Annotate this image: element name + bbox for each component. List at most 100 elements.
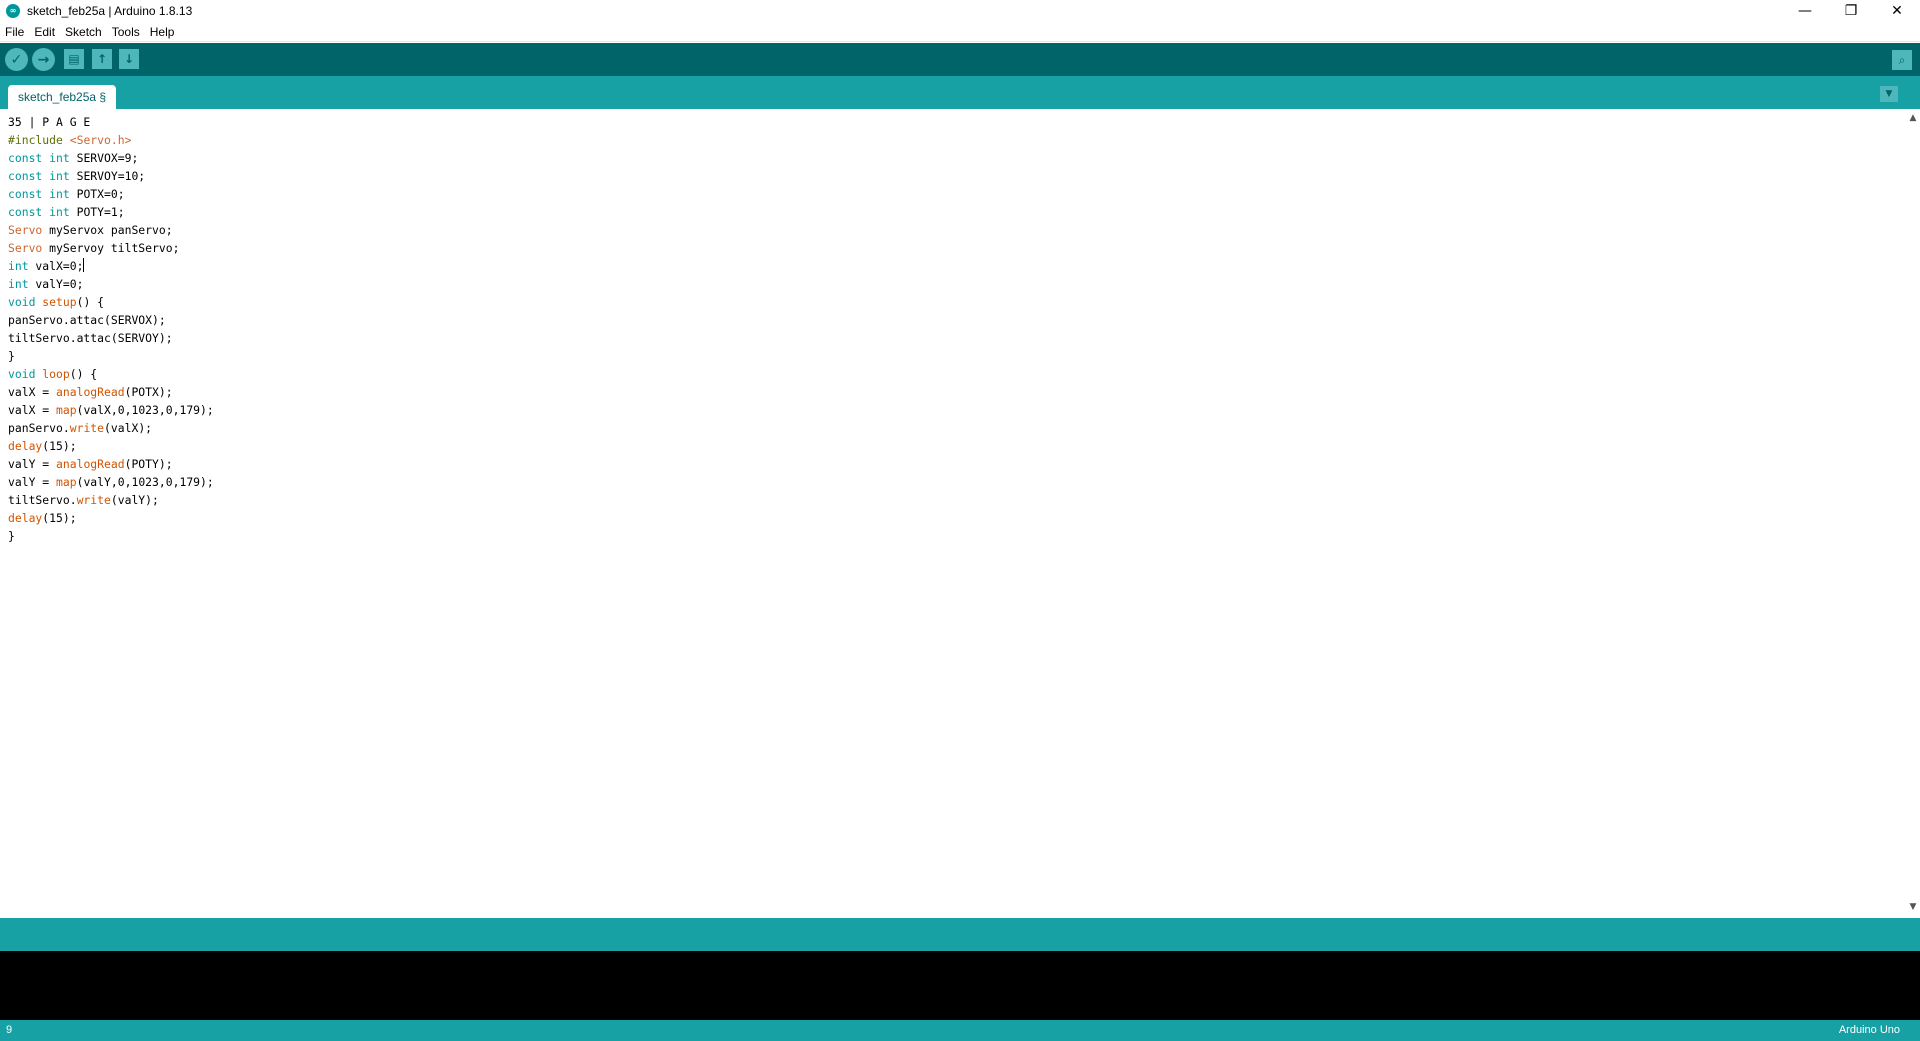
new-sketch-button[interactable]: ▤ xyxy=(64,49,84,69)
code-line: const int POTX=0; xyxy=(8,185,1906,203)
tab-menu-button[interactable]: ▼ xyxy=(1880,86,1898,102)
code-token: loop xyxy=(42,367,70,381)
code-token: void xyxy=(8,367,36,381)
code-token: const xyxy=(8,205,43,219)
code-line: delay(15); xyxy=(8,437,1906,455)
status-bar: 9 Arduino Uno xyxy=(0,1020,1920,1041)
code-editor[interactable]: 35 | P A G E #include <Servo.h> const int … xyxy=(0,109,1906,916)
code-line: valY = analogRead(POTY); xyxy=(8,455,1906,473)
code-token: delay xyxy=(8,511,43,525)
code-token: } xyxy=(8,529,15,543)
code-line: valX = map(valX,0,1023,0,179); xyxy=(8,401,1906,419)
code-token: write xyxy=(76,493,111,507)
menu-bar: File Edit Sketch Tools Help xyxy=(0,22,1920,42)
code-token: map xyxy=(56,403,77,417)
code-line: valX = analogRead(POTX); xyxy=(8,383,1906,401)
code-token: valX = xyxy=(8,385,57,399)
code-line: void loop() { xyxy=(8,365,1906,383)
menu-file[interactable]: File xyxy=(0,25,29,39)
arrow-up-icon: ↑ xyxy=(96,52,108,66)
code-line: panServo.write(valX); xyxy=(8,419,1906,437)
menu-edit[interactable]: Edit xyxy=(29,25,60,39)
code-token: POTY=1; xyxy=(69,205,125,219)
console-output[interactable] xyxy=(0,951,1920,1020)
code-token: panServo. xyxy=(8,421,70,435)
code-line: const int POTY=1; xyxy=(8,203,1906,221)
code-token: SERVOX=9; xyxy=(69,151,139,165)
code-token: (valX); xyxy=(104,421,153,435)
code-line: const int SERVOX=9; xyxy=(8,149,1906,167)
code-line: } xyxy=(8,347,1906,365)
code-token: int xyxy=(49,205,70,219)
code-token: const xyxy=(8,187,43,201)
checkmark-icon: ✓ xyxy=(10,51,23,68)
code-token: valY = xyxy=(8,457,57,471)
code-line: const int SERVOY=10; xyxy=(8,167,1906,185)
code-line: tiltServo.attac(SERVOY); xyxy=(8,329,1906,347)
code-line: valY = map(valY,0,1023,0,179); xyxy=(8,473,1906,491)
code-token: Servo xyxy=(8,241,43,255)
code-token: tiltServo. xyxy=(8,493,77,507)
code-token: (POTY); xyxy=(124,457,173,471)
code-token: analogRead xyxy=(56,385,125,399)
menu-sketch[interactable]: Sketch xyxy=(60,25,107,39)
code-token: (valX,0,1023,0,179); xyxy=(76,403,214,417)
arduino-logo-icon: ∞ xyxy=(6,4,20,18)
code-line: #include <Servo.h> xyxy=(8,131,1906,149)
message-bar xyxy=(0,918,1920,951)
scroll-up-icon[interactable]: ▲ xyxy=(1906,111,1920,125)
code-line: tiltServo.write(valY); xyxy=(8,491,1906,509)
code-token: setup xyxy=(42,295,77,309)
code-line: panServo.attac(SERVOX); xyxy=(8,311,1906,329)
code-token: Servo xyxy=(8,223,43,237)
tab-sketch-feb25a[interactable]: sketch_feb25a § xyxy=(8,85,117,109)
restore-button[interactable]: ❐ xyxy=(1828,0,1874,22)
code-token: analogRead xyxy=(56,457,125,471)
code-line: 35 | P A G E xyxy=(8,113,1906,131)
title-bar: ∞ sketch_feb25a | Arduino 1.8.13 — ❐ ✕ xyxy=(0,0,1920,22)
code-line: Servo myServoy tiltServo; xyxy=(8,239,1906,257)
code-token: #include xyxy=(8,133,70,147)
arrow-down-icon: ↓ xyxy=(123,52,135,66)
code-token: int xyxy=(49,169,70,183)
code-token: map xyxy=(56,475,77,489)
code-line: delay(15); xyxy=(8,509,1906,527)
close-button[interactable]: ✕ xyxy=(1874,0,1920,22)
code-line: int valX=0; xyxy=(8,257,1906,275)
code-line: } xyxy=(8,527,1906,545)
line-number: 9 xyxy=(6,1024,13,1036)
serial-monitor-button[interactable]: ⌕ xyxy=(1892,50,1912,70)
magnifier-icon: ⌕ xyxy=(1898,52,1906,67)
code-token: SERVOY=10; xyxy=(69,169,146,183)
menu-tools[interactable]: Tools xyxy=(107,25,145,39)
code-line: Servo myServox panServo; xyxy=(8,221,1906,239)
code-token: (15); xyxy=(42,439,77,453)
minimize-button[interactable]: — xyxy=(1782,0,1828,22)
code-token: int xyxy=(8,277,29,291)
tab-row: sketch_feb25a § ▼ xyxy=(0,76,1920,109)
vertical-scrollbar[interactable]: ▲ ▼ xyxy=(1906,109,1920,916)
code-token: () { xyxy=(69,367,98,381)
open-sketch-button[interactable]: ↑ xyxy=(92,49,112,69)
code-token: (valY); xyxy=(110,493,159,507)
save-sketch-button[interactable]: ↓ xyxy=(119,49,139,69)
code-token: valX=0; xyxy=(28,259,84,273)
upload-button[interactable]: → xyxy=(32,48,55,71)
menu-help[interactable]: Help xyxy=(145,25,180,39)
code-token: (15); xyxy=(42,511,77,525)
code-token: tiltServo.attac(SERVOY); xyxy=(8,331,173,345)
code-token: () { xyxy=(76,295,105,309)
code-token: (valY,0,1023,0,179); xyxy=(76,475,214,489)
code-line: int valY=0; xyxy=(8,275,1906,293)
code-token: valY = xyxy=(8,475,57,489)
code-token: int xyxy=(49,151,70,165)
code-token: myServox panServo; xyxy=(42,223,173,237)
scroll-down-icon[interactable]: ▼ xyxy=(1906,900,1920,914)
new-file-icon: ▤ xyxy=(68,52,80,66)
code-token: delay xyxy=(8,439,43,453)
code-token: write xyxy=(69,421,105,435)
window-title: sketch_feb25a | Arduino 1.8.13 xyxy=(27,4,193,18)
text-cursor xyxy=(83,258,85,272)
chevron-down-icon: ▼ xyxy=(1885,89,1893,99)
verify-button[interactable]: ✓ xyxy=(5,48,28,71)
